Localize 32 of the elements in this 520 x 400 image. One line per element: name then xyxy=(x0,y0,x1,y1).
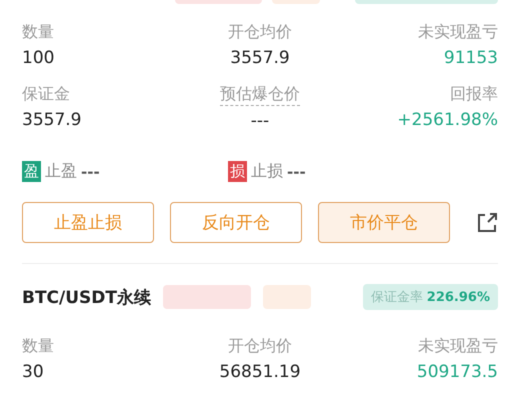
action-button[interactable]: 反向开仓 xyxy=(170,202,302,243)
stat-value: 509173.5 xyxy=(416,362,498,382)
stop-value: --- xyxy=(81,162,100,180)
action-button[interactable]: 市价平仓 xyxy=(318,202,450,243)
stat-value: 56851.19 xyxy=(219,362,301,382)
stop-loss-badge: 损 xyxy=(228,161,247,182)
stat-label: 保证金 xyxy=(22,84,70,105)
stat-value: 91153 xyxy=(444,48,498,68)
margin-ratio-value: 226.96% xyxy=(426,290,490,304)
stat-label: 预估爆仓价 xyxy=(220,84,300,106)
stat-label: 数量 xyxy=(22,336,54,357)
stat-value: +2561.98% xyxy=(397,110,498,130)
margin-ratio-label: 保证金率 xyxy=(370,289,423,306)
stop-value: --- xyxy=(287,162,306,180)
action-button[interactable]: 止盈止损 xyxy=(22,202,154,243)
stop-label: 止盈 xyxy=(45,161,77,182)
stop-label: 止损 xyxy=(251,161,283,182)
stat-label: 未实现盈亏 xyxy=(418,22,498,43)
contract-title: BTC/USDT永续 xyxy=(22,286,151,308)
stat-value: 30 xyxy=(22,362,44,382)
stat-label: 数量 xyxy=(22,22,54,43)
stat-value: --- xyxy=(250,111,270,131)
stat-label: 开仓均价 xyxy=(228,336,292,357)
stat-value: 3557.9 xyxy=(22,110,82,130)
share-icon[interactable] xyxy=(476,212,498,234)
stat-value: 3557.9 xyxy=(230,48,290,68)
stat-label: 开仓均价 xyxy=(228,22,292,43)
take-profit-badge: 盈 xyxy=(22,161,41,182)
mode-tag xyxy=(263,285,311,309)
stat-label: 未实现盈亏 xyxy=(418,336,498,357)
stat-label: 回报率 xyxy=(450,84,498,105)
stat-value: 100 xyxy=(22,48,54,68)
